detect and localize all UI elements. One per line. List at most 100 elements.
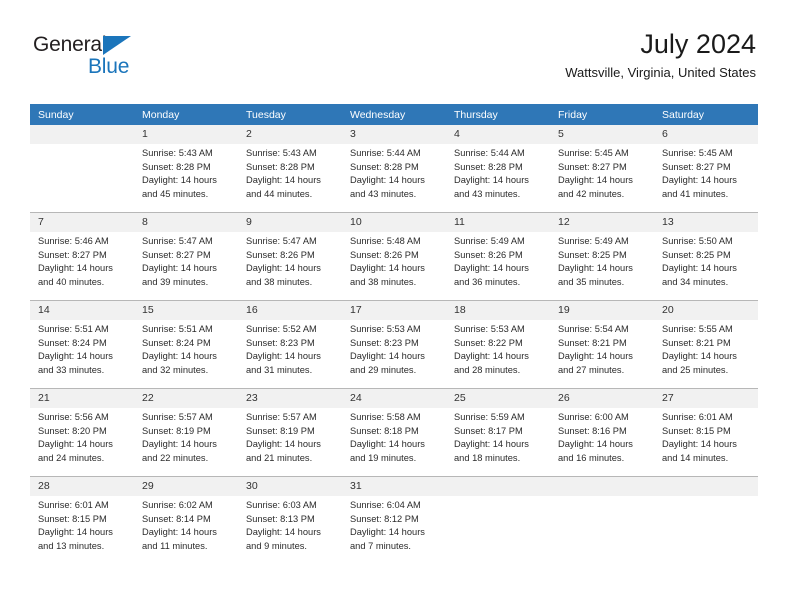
sunrise-text: Sunrise: 6:04 AM <box>350 500 421 510</box>
daylight-text-line1: Daylight: 14 hours <box>142 175 217 186</box>
calendar-header-row: Sunday Monday Tuesday Wednesday Thursday… <box>30 104 758 125</box>
sunset-text: Sunset: 8:28 PM <box>246 161 315 172</box>
sunrise-text: Sunrise: 5:47 AM <box>246 236 317 246</box>
calendar-day-cell[interactable]: 24 Sunrise: 5:58 AM Sunset: 8:18 PM Dayligh… <box>342 388 446 477</box>
day-number: 4 <box>446 125 550 144</box>
calendar-day-cell[interactable]: 18 Sunrise: 5:53 AM Sunset: 8:22 PM Dayligh… <box>446 300 550 389</box>
daylight-text-line2: and 7 minutes. <box>350 540 411 551</box>
calendar-day-cell[interactable]: 8 Sunrise: 5:47 AM Sunset: 8:27 PM Daylight… <box>134 212 238 301</box>
day-number: 15 <box>134 301 238 320</box>
generalblue-logo[interactable]: General Blue <box>33 33 163 81</box>
daylight-text-line2: and 24 minutes. <box>38 452 105 463</box>
sunrise-text: Sunrise: 5:43 AM <box>142 148 213 158</box>
day-number: 20 <box>654 301 758 320</box>
calendar-page: General Blue July 2024 Wattsville, Virgi… <box>0 0 792 612</box>
weekday-header-thursday: Thursday <box>446 104 550 125</box>
daylight-text-line2: and 25 minutes. <box>662 364 729 375</box>
sunset-text: Sunset: 8:21 PM <box>662 337 731 348</box>
calendar-day-cell[interactable]: 14 Sunrise: 5:51 AM Sunset: 8:24 PM Dayligh… <box>30 300 134 389</box>
calendar-day-cell[interactable]: 16 Sunrise: 5:52 AM Sunset: 8:23 PM Dayligh… <box>238 300 342 389</box>
daylight-text-line2: and 19 minutes. <box>350 452 417 463</box>
calendar-day-cell[interactable]: 3 Sunrise: 5:44 AM Sunset: 8:28 PM Daylight… <box>342 125 446 213</box>
calendar-day-cell[interactable]: 11 Sunrise: 5:49 AM Sunset: 8:26 PM Dayligh… <box>446 212 550 301</box>
daylight-text-line2: and 42 minutes. <box>558 188 625 199</box>
day-number <box>30 125 134 144</box>
sunrise-text: Sunrise: 5:51 AM <box>38 324 109 334</box>
day-number: 1 <box>134 125 238 144</box>
calendar-cell-empty <box>30 125 134 213</box>
day-number: 29 <box>134 477 238 496</box>
calendar-week-row: 7 Sunrise: 5:46 AM Sunset: 8:27 PM Daylight… <box>30 212 758 301</box>
calendar-day-cell[interactable]: 28 Sunrise: 6:01 AM Sunset: 8:15 PM Dayligh… <box>30 476 134 564</box>
calendar-day-cell[interactable]: 25 Sunrise: 5:59 AM Sunset: 8:17 PM Dayligh… <box>446 388 550 477</box>
calendar-day-cell[interactable]: 2 Sunrise: 5:43 AM Sunset: 8:28 PM Daylight… <box>238 125 342 213</box>
daylight-text-line2: and 28 minutes. <box>454 364 521 375</box>
daylight-text-line1: Daylight: 14 hours <box>558 263 633 274</box>
sunset-text: Sunset: 8:21 PM <box>558 337 627 348</box>
day-number: 22 <box>134 389 238 408</box>
calendar-day-cell[interactable]: 20 Sunrise: 5:55 AM Sunset: 8:21 PM Dayligh… <box>654 300 758 389</box>
daylight-text-line2: and 35 minutes. <box>558 276 625 287</box>
page-header: General Blue July 2024 Wattsville, Virgi… <box>0 0 792 102</box>
day-details: Sunrise: 5:49 AM Sunset: 8:25 PM Daylight:… <box>550 232 654 300</box>
sunset-text: Sunset: 8:27 PM <box>142 249 211 260</box>
calendar-day-cell[interactable]: 7 Sunrise: 5:46 AM Sunset: 8:27 PM Daylight… <box>30 212 134 301</box>
calendar-day-cell[interactable]: 10 Sunrise: 5:48 AM Sunset: 8:26 PM Dayligh… <box>342 212 446 301</box>
calendar-day-cell[interactable]: 17 Sunrise: 5:53 AM Sunset: 8:23 PM Dayligh… <box>342 300 446 389</box>
calendar-day-cell[interactable]: 29 Sunrise: 6:02 AM Sunset: 8:14 PM Dayligh… <box>134 476 238 564</box>
calendar-day-cell[interactable]: 12 Sunrise: 5:49 AM Sunset: 8:25 PM Dayligh… <box>550 212 654 301</box>
calendar-cell-empty <box>654 476 758 564</box>
calendar-day-cell[interactable]: 6 Sunrise: 5:45 AM Sunset: 8:27 PM Daylight… <box>654 125 758 213</box>
daylight-text-line2: and 31 minutes. <box>246 364 313 375</box>
day-details <box>30 144 134 212</box>
weekday-header-saturday: Saturday <box>654 104 758 125</box>
calendar-day-cell[interactable]: 27 Sunrise: 6:01 AM Sunset: 8:15 PM Dayligh… <box>654 388 758 477</box>
daylight-text-line1: Daylight: 14 hours <box>142 439 217 450</box>
day-details: Sunrise: 6:01 AM Sunset: 8:15 PM Daylight:… <box>654 408 758 476</box>
sunrise-text: Sunrise: 5:57 AM <box>246 412 317 422</box>
calendar-day-cell[interactable]: 21 Sunrise: 5:56 AM Sunset: 8:20 PM Dayligh… <box>30 388 134 477</box>
day-details: Sunrise: 5:44 AM Sunset: 8:28 PM Daylight:… <box>446 144 550 212</box>
day-details: Sunrise: 5:54 AM Sunset: 8:21 PM Daylight:… <box>550 320 654 388</box>
daylight-text-line1: Daylight: 14 hours <box>38 351 113 362</box>
calendar-day-cell[interactable]: 15 Sunrise: 5:51 AM Sunset: 8:24 PM Dayligh… <box>134 300 238 389</box>
day-number: 7 <box>30 213 134 232</box>
sunrise-text: Sunrise: 5:43 AM <box>246 148 317 158</box>
calendar-day-cell[interactable]: 30 Sunrise: 6:03 AM Sunset: 8:13 PM Dayligh… <box>238 476 342 564</box>
calendar-day-cell[interactable]: 22 Sunrise: 5:57 AM Sunset: 8:19 PM Dayligh… <box>134 388 238 477</box>
calendar-day-cell[interactable]: 1 Sunrise: 5:43 AM Sunset: 8:28 PM Daylight… <box>134 125 238 213</box>
calendar-body: 1 Sunrise: 5:43 AM Sunset: 8:28 PM Daylight… <box>30 125 758 564</box>
daylight-text-line1: Daylight: 14 hours <box>246 351 321 362</box>
day-number: 19 <box>550 301 654 320</box>
sunrise-text: Sunrise: 6:03 AM <box>246 500 317 510</box>
day-number: 3 <box>342 125 446 144</box>
calendar-day-cell[interactable]: 31 Sunrise: 6:04 AM Sunset: 8:12 PM Dayligh… <box>342 476 446 564</box>
calendar-table: Sunday Monday Tuesday Wednesday Thursday… <box>30 104 758 564</box>
day-details: Sunrise: 5:56 AM Sunset: 8:20 PM Daylight:… <box>30 408 134 476</box>
sunset-text: Sunset: 8:14 PM <box>142 513 211 524</box>
calendar-day-cell[interactable]: 5 Sunrise: 5:45 AM Sunset: 8:27 PM Daylight… <box>550 125 654 213</box>
weekday-header-friday: Friday <box>550 104 654 125</box>
daylight-text-line2: and 13 minutes. <box>38 540 105 551</box>
day-details: Sunrise: 5:44 AM Sunset: 8:28 PM Daylight:… <box>342 144 446 212</box>
day-number: 9 <box>238 213 342 232</box>
daylight-text-line2: and 43 minutes. <box>350 188 417 199</box>
calendar-day-cell[interactable]: 23 Sunrise: 5:57 AM Sunset: 8:19 PM Dayligh… <box>238 388 342 477</box>
calendar-week-row: 14 Sunrise: 5:51 AM Sunset: 8:24 PM Dayligh… <box>30 300 758 389</box>
calendar-day-cell[interactable]: 4 Sunrise: 5:44 AM Sunset: 8:28 PM Daylight… <box>446 125 550 213</box>
day-details: Sunrise: 6:04 AM Sunset: 8:12 PM Daylight:… <box>342 496 446 564</box>
sunrise-text: Sunrise: 6:02 AM <box>142 500 213 510</box>
sunrise-text: Sunrise: 5:54 AM <box>558 324 629 334</box>
sunrise-text: Sunrise: 5:55 AM <box>662 324 733 334</box>
day-number: 24 <box>342 389 446 408</box>
day-details <box>550 496 654 564</box>
day-details: Sunrise: 6:00 AM Sunset: 8:16 PM Daylight:… <box>550 408 654 476</box>
calendar-day-cell[interactable]: 26 Sunrise: 6:00 AM Sunset: 8:16 PM Dayligh… <box>550 388 654 477</box>
daylight-text-line1: Daylight: 14 hours <box>246 527 321 538</box>
sunrise-text: Sunrise: 5:59 AM <box>454 412 525 422</box>
calendar-day-cell[interactable]: 19 Sunrise: 5:54 AM Sunset: 8:21 PM Dayligh… <box>550 300 654 389</box>
day-details: Sunrise: 5:57 AM Sunset: 8:19 PM Daylight:… <box>134 408 238 476</box>
calendar-day-cell[interactable]: 9 Sunrise: 5:47 AM Sunset: 8:26 PM Daylight… <box>238 212 342 301</box>
weekday-header-monday: Monday <box>134 104 238 125</box>
calendar-day-cell[interactable]: 13 Sunrise: 5:50 AM Sunset: 8:25 PM Dayligh… <box>654 212 758 301</box>
